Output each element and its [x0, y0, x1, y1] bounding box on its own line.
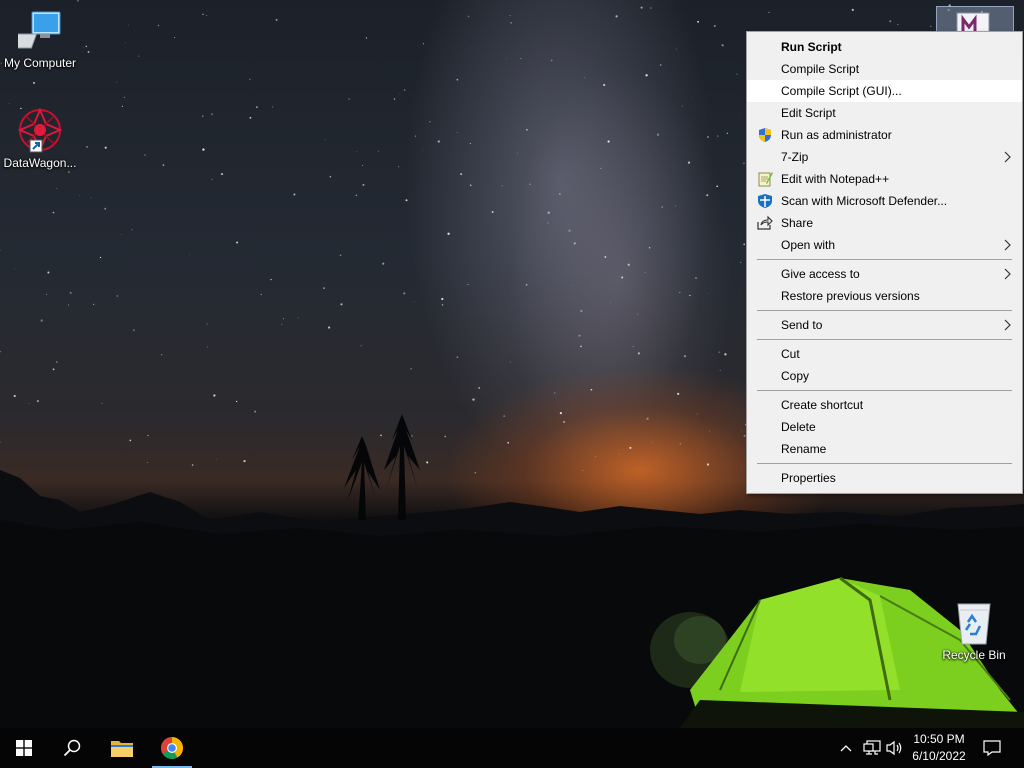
menu-item-label: Properties — [781, 471, 836, 485]
menu-item-rename[interactable]: Rename — [747, 438, 1022, 460]
menu-item-edit-script[interactable]: Edit Script — [747, 102, 1022, 124]
menu-separator — [757, 463, 1012, 464]
menu-item-label: Run as administrator — [781, 128, 892, 142]
menu-item-share[interactable]: Share — [747, 212, 1022, 234]
menu-item-label: Cut — [781, 347, 800, 361]
search-icon — [63, 739, 81, 757]
menu-item-label: Copy — [781, 369, 810, 383]
menu-separator — [757, 259, 1012, 260]
menu-separator — [757, 310, 1012, 311]
menu-item-label: Compile Script (GUI)... — [781, 84, 902, 98]
action-center-button[interactable] — [978, 728, 1006, 768]
desktop-icon-label: My Computer — [3, 56, 77, 70]
menu-item-give-access-to[interactable]: Give access to — [747, 263, 1022, 285]
chevron-right-icon — [1004, 314, 1012, 336]
taskbar: 10:50 PM 6/10/2022 — [0, 728, 1024, 768]
show-hidden-icons-button[interactable] — [836, 728, 856, 768]
menu-item-label: Create shortcut — [781, 398, 864, 412]
menu-item-copy[interactable]: Copy — [747, 365, 1022, 387]
menu-item-label: Scan with Microsoft Defender... — [781, 194, 948, 208]
volume-button[interactable] — [884, 728, 906, 768]
datawagon-icon — [17, 107, 63, 153]
chevron-right-icon — [1004, 146, 1012, 168]
menu-item-cut[interactable]: Cut — [747, 343, 1022, 365]
menu-item-edit-with-notepad[interactable]: Edit with Notepad++ — [747, 168, 1022, 190]
menu-item-label: 7-Zip — [781, 150, 809, 164]
menu-item-7-zip[interactable]: 7-Zip — [747, 146, 1022, 168]
menu-item-label: Rename — [781, 442, 827, 456]
chevron-right-icon — [1004, 234, 1012, 256]
desktop-icon-label: DataWagon... — [3, 156, 77, 170]
menu-separator — [757, 390, 1012, 391]
menu-item-properties[interactable]: Properties — [747, 467, 1022, 489]
chevron-right-icon — [1004, 263, 1012, 285]
menu-item-label: Compile Script — [781, 62, 860, 76]
desktop-icon-label: Recycle Bin — [942, 648, 1006, 662]
computer-icon — [18, 11, 61, 49]
menu-item-label: Open with — [781, 238, 836, 252]
menu-item-label: Edit Script — [781, 106, 836, 120]
menu-item-label: Delete — [781, 420, 816, 434]
desktop-icon-my-computer[interactable]: My Computer — [0, 8, 80, 70]
folder-icon — [111, 741, 133, 757]
chevron-up-icon — [840, 745, 852, 752]
menu-item-send-to[interactable]: Send to — [747, 314, 1022, 336]
network-icon — [863, 740, 881, 755]
clock[interactable]: 10:50 PM 6/10/2022 — [904, 731, 974, 765]
clock-time: 10:50 PM — [913, 732, 965, 746]
context-menu: Run Script Compile Script Compile Script (… — [746, 31, 1023, 494]
menu-item-label: Run Script — [781, 40, 842, 54]
desktop-icon-recycle-bin[interactable]: Recycle Bin — [934, 600, 1014, 662]
share-icon — [757, 215, 773, 231]
menu-item-run-as-administrator[interactable]: Run as administrator — [747, 124, 1022, 146]
menu-item-open-with[interactable]: Open with — [747, 234, 1022, 256]
menu-item-scan-with-microsoft-defender[interactable]: Scan with Microsoft Defender... — [747, 190, 1022, 212]
menu-item-label: Share — [781, 216, 814, 230]
defender-icon — [757, 193, 773, 209]
menu-item-label: Restore previous versions — [781, 289, 920, 303]
search-button[interactable] — [48, 728, 96, 768]
menu-item-compile-script-gui[interactable]: Compile Script (GUI)... — [747, 80, 1022, 102]
menu-item-delete[interactable]: Delete — [747, 416, 1022, 438]
volume-icon — [886, 740, 902, 756]
start-button[interactable] — [0, 728, 48, 768]
menu-item-label: Edit with Notepad++ — [781, 172, 890, 186]
chrome-icon — [161, 737, 183, 759]
file-explorer-button[interactable] — [98, 728, 146, 768]
menu-item-restore-previous-versions[interactable]: Restore previous versions — [747, 285, 1022, 307]
network-button[interactable] — [860, 728, 884, 768]
menu-item-label: Send to — [781, 318, 823, 332]
recycle-bin-icon — [957, 603, 991, 645]
menu-item-create-shortcut[interactable]: Create shortcut — [747, 394, 1022, 416]
desktop-icon-datawagon[interactable]: DataWagon... — [0, 106, 80, 170]
notification-icon — [983, 740, 1001, 756]
menu-item-compile-script[interactable]: Compile Script — [747, 58, 1022, 80]
windows-logo-icon — [16, 740, 32, 756]
notepadpp-icon — [757, 171, 773, 187]
chrome-button[interactable] — [148, 728, 196, 768]
menu-separator — [757, 339, 1012, 340]
menu-item-run-script[interactable]: Run Script — [747, 36, 1022, 58]
uac-shield-icon — [757, 127, 773, 143]
menu-item-label: Give access to — [781, 267, 860, 281]
clock-date: 6/10/2022 — [912, 749, 966, 763]
